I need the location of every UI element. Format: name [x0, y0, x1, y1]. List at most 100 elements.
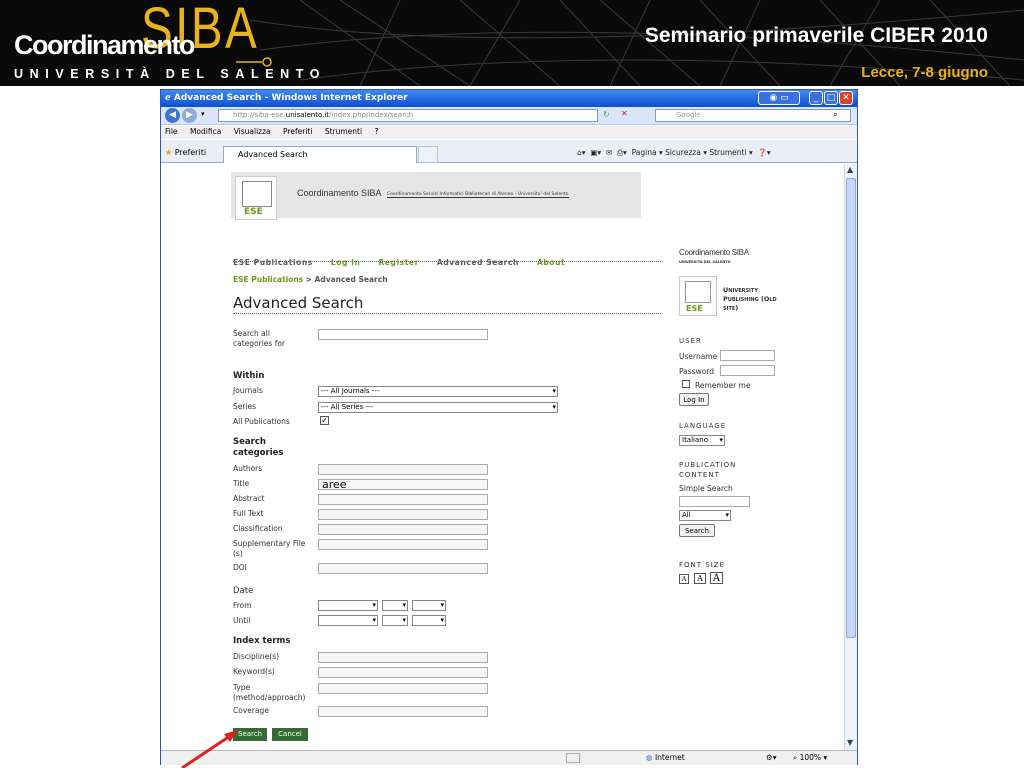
maximize-button[interactable]: □ [824, 91, 838, 105]
password-input[interactable] [720, 365, 775, 376]
scroll-down-icon[interactable]: ▼ [847, 738, 853, 747]
journals-select[interactable]: --- All Journals --- [318, 386, 558, 397]
supplementary-file-label: Supplementary File (s) [233, 539, 306, 558]
language-select[interactable]: Italiano [679, 435, 725, 446]
font-medium-button[interactable]: A [694, 573, 706, 584]
font-small-button[interactable]: A [679, 574, 689, 584]
print-icon[interactable]: ⎙▾ [617, 148, 627, 157]
remember-checkbox[interactable] [682, 380, 690, 388]
simple-search-input[interactable] [679, 496, 750, 507]
tab-advanced-search[interactable]: Advanced Search [223, 146, 417, 163]
address-input[interactable]: http://siba-ese.unisalento.it/index.php/… [218, 109, 598, 122]
font-size-heading: FONT SIZE [679, 561, 725, 569]
favorites-button[interactable]: ★ Preferiti [165, 148, 206, 157]
sidebar-siba-logo: Coordinamento SIBA [679, 248, 749, 257]
font-large-button[interactable]: A [710, 572, 723, 584]
scroll-thumb[interactable] [846, 178, 856, 638]
discipline-input[interactable] [318, 652, 488, 663]
search-categories-heading: Search categories [233, 437, 284, 458]
close-button[interactable]: ✕ [839, 91, 853, 105]
mail-icon[interactable]: ✉ [606, 148, 612, 157]
from-label: From [233, 601, 252, 610]
logo-swoosh-icon [236, 57, 272, 67]
search-box[interactable]: Google [655, 109, 851, 122]
command-menus[interactable]: Pagina ▾ Sicurezza ▾ Strumenti ▾ [632, 148, 753, 157]
globe-icon: ◍ [646, 753, 653, 762]
type-input[interactable] [318, 683, 488, 694]
help-icon[interactable]: ❓▾ [758, 148, 771, 157]
journals-label: Journals [233, 386, 263, 395]
search-all-label: Search all categories for [233, 329, 286, 348]
menu-strumenti[interactable]: Strumenti [325, 127, 362, 136]
supplementary-file-input[interactable] [318, 539, 488, 550]
from-month-select[interactable] [318, 600, 378, 611]
up-link[interactable]: University Publishing (Old site) [723, 286, 783, 313]
doi-label: DOI [233, 563, 247, 572]
menu-preferiti[interactable]: Preferiti [283, 127, 312, 136]
from-year-select[interactable] [412, 600, 446, 611]
scroll-up-icon[interactable]: ▲ [847, 165, 853, 174]
stop-icon[interactable]: ✕ [621, 109, 628, 118]
breadcrumb-link[interactable]: ESE Publications [233, 275, 303, 284]
new-tab-button[interactable] [418, 146, 438, 163]
address-toolbar: ◀ ▶ ▾ http://siba-ese.unisalento.it/inde… [161, 107, 857, 125]
protected-mode-icon[interactable]: ⚙▾ [766, 753, 777, 762]
until-year-select[interactable] [412, 615, 446, 626]
all-publications-checkbox[interactable]: ✓ [320, 416, 329, 425]
ie-window: ℯ Advanced Search - Windows Internet Exp… [160, 89, 858, 765]
home-icon[interactable]: ⌂▾ [577, 148, 586, 157]
toggle-toolbar-button[interactable]: ◉ ▭ [758, 91, 800, 105]
abstract-input[interactable] [318, 494, 488, 505]
sidebar-search-button[interactable]: Search [679, 524, 715, 537]
doi-input[interactable] [318, 563, 488, 574]
simple-search-label: Simple Search [679, 484, 733, 493]
until-day-select[interactable] [382, 615, 408, 626]
publication-content-heading: PUBLICATION CONTENT [679, 461, 737, 479]
status-zone: ◍ Internet [646, 753, 685, 762]
remember-label: Remember me [695, 381, 751, 390]
date-heading: Date [233, 586, 254, 596]
slide-title: Seminario primaverile CIBER 2010 [644, 24, 988, 47]
scope-select[interactable]: All [679, 510, 731, 521]
minimize-button[interactable]: _ [809, 91, 823, 105]
keywords-label: Keyword(s) [233, 667, 275, 676]
authors-input[interactable] [318, 464, 488, 475]
username-input[interactable] [720, 350, 775, 361]
cancel-button[interactable]: Cancel [272, 728, 308, 741]
back-button[interactable]: ◀ [165, 108, 180, 123]
classification-input[interactable] [318, 524, 488, 535]
history-dropdown-icon[interactable]: ▾ [201, 110, 205, 118]
until-month-select[interactable] [318, 615, 378, 626]
menu-visualizza[interactable]: Visualizza [234, 127, 271, 136]
sidebar-ese-frame [685, 281, 711, 303]
coverage-input[interactable] [318, 706, 488, 717]
feeds-icon[interactable]: ▣▾ [590, 148, 601, 157]
menu-modifica[interactable]: Modifica [190, 127, 221, 136]
index-terms-heading: Index terms [233, 636, 291, 646]
title-input[interactable]: aree [318, 479, 488, 490]
favorites-label: Preferiti [174, 148, 207, 157]
menu-file[interactable]: File [165, 127, 178, 136]
search-all-input[interactable] [318, 329, 488, 340]
title-divider [233, 312, 661, 314]
header-siba-logo: Coordinamento SIBA [297, 188, 382, 198]
search-icon[interactable]: ⌕ [833, 110, 837, 120]
tab-bar: ★ Preferiti Advanced Search ⌂▾ ▣▾ ✉ ⎙▾ P… [161, 140, 857, 163]
authors-label: Authors [233, 464, 263, 473]
discipline-label: Discipline(s) [233, 652, 280, 661]
forward-button[interactable]: ▶ [182, 108, 197, 123]
keywords-input[interactable] [318, 667, 488, 678]
menu-help[interactable]: ? [374, 127, 378, 136]
zoom-control[interactable]: ⌕ 100% ▾ [793, 753, 827, 763]
from-day-select[interactable] [382, 600, 408, 611]
url-prefix: http://siba-ese. [233, 111, 286, 119]
vertical-scrollbar[interactable]: ▲ ▼ [844, 164, 857, 750]
series-select[interactable]: --- All Series --- [318, 402, 558, 413]
refresh-icon[interactable]: ↻ [603, 110, 610, 119]
star-icon: ★ [165, 148, 173, 157]
command-bar: ⌂▾ ▣▾ ✉ ⎙▾ Pagina ▾ Sicurezza ▾ Strument… [577, 148, 771, 158]
full-text-input[interactable] [318, 509, 488, 520]
sidebar-login-button[interactable]: Log In [679, 393, 709, 406]
until-label: Until [233, 616, 251, 625]
password-label: Password [679, 367, 715, 376]
